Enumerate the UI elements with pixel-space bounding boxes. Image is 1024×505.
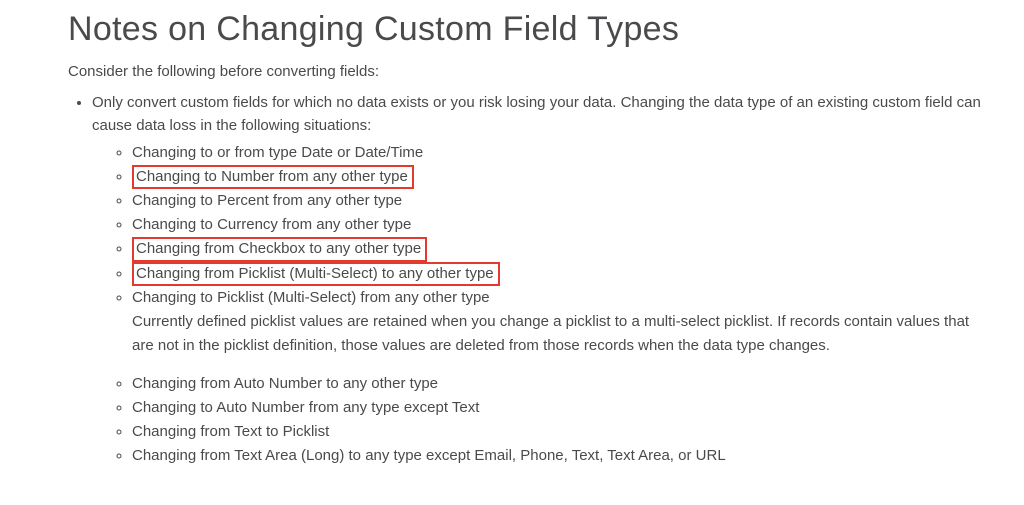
item-text: Changing to or from type Date or Date/Ti…: [132, 144, 423, 161]
main-bullet: Only convert custom fields for which no …: [92, 92, 984, 468]
highlight-box: Changing from Checkbox to any other type: [132, 237, 427, 261]
list-item: Changing from Text to Picklist: [132, 420, 984, 444]
list-item: Changing to Picklist (Multi-Select) from…: [132, 286, 984, 358]
list-item: Changing to or from type Date or Date/Ti…: [132, 141, 984, 165]
document-page: Notes on Changing Custom Field Types Con…: [0, 0, 1024, 505]
list-item: Changing from Picklist (Multi-Select) to…: [132, 262, 984, 286]
item-text: Changing to Auto Number from any type ex…: [132, 399, 479, 416]
item-text: Changing to Percent from any other type: [132, 192, 402, 209]
page-title: Notes on Changing Custom Field Types: [68, 10, 984, 49]
highlight-box: Changing to Number from any other type: [132, 165, 414, 189]
item-text: Changing from Text Area (Long) to any ty…: [132, 447, 726, 464]
item-text: Changing to Currency from any other type: [132, 216, 411, 233]
situations-list-1: Changing to or from type Date or Date/Ti…: [92, 141, 984, 358]
list-item: Changing to Number from any other type: [132, 165, 984, 189]
item-text: Changing from Auto Number to any other t…: [132, 375, 438, 392]
list-item: Changing to Percent from any other type: [132, 189, 984, 213]
list-item: Changing from Checkbox to any other type: [132, 237, 984, 261]
intro-text: Consider the following before converting…: [68, 63, 984, 80]
item-text: Changing to Picklist (Multi-Select) from…: [132, 289, 490, 306]
situations-list-2: Changing from Auto Number to any other t…: [92, 372, 984, 468]
top-list: Only convert custom fields for which no …: [68, 92, 984, 468]
list-item: Changing to Currency from any other type: [132, 213, 984, 237]
main-bullet-text: Only convert custom fields for which no …: [92, 94, 981, 134]
list-item: Changing from Auto Number to any other t…: [132, 372, 984, 396]
list-item: Changing to Auto Number from any type ex…: [132, 396, 984, 420]
list-item: Changing from Text Area (Long) to any ty…: [132, 444, 984, 468]
item-text: Changing from Text to Picklist: [132, 423, 329, 440]
item-description: Currently defined picklist values are re…: [132, 310, 984, 358]
highlight-box: Changing from Picklist (Multi-Select) to…: [132, 262, 500, 286]
